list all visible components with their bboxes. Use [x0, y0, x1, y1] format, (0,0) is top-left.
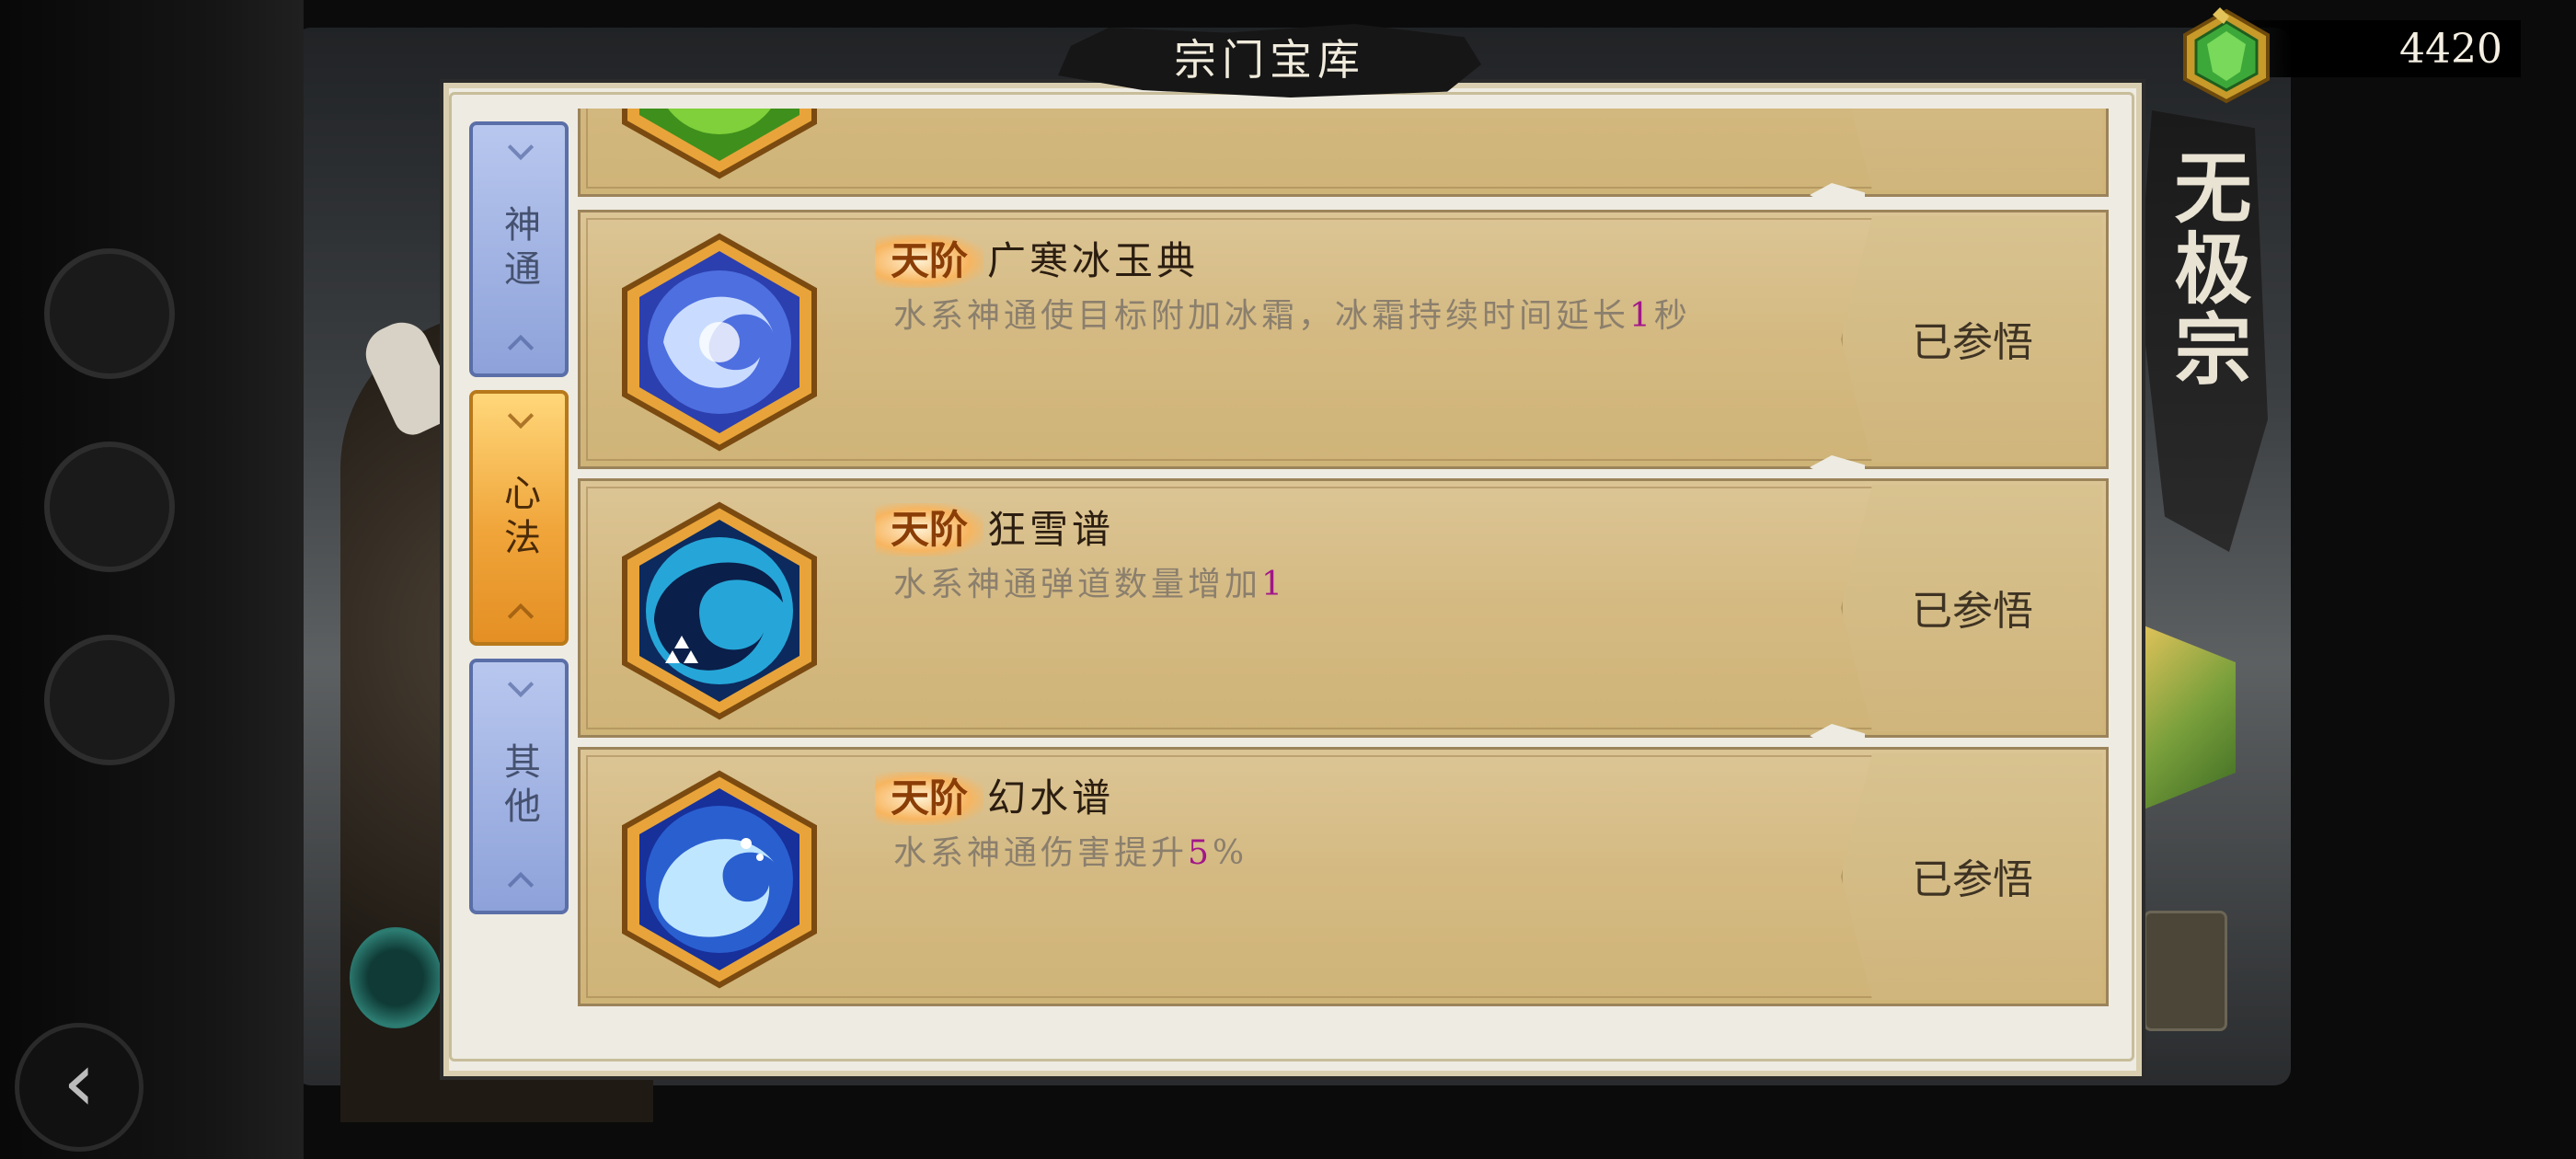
skill-name: 狂雪谱: [987, 507, 1115, 552]
skill-name: 幻水谱: [987, 775, 1115, 820]
tab-label: 其他: [498, 742, 540, 831]
tab-label: 神通: [498, 205, 540, 293]
tab-shentong[interactable]: 神通: [469, 121, 569, 377]
currency-value: 4420: [2399, 26, 2502, 73]
list-item[interactable]: 天阶 狂雪谱 水系神通弹道数量增加1 已参悟: [578, 478, 2109, 748]
status-label: 已参悟: [1912, 588, 2033, 635]
right-side-slot: [2144, 911, 2227, 1031]
chevron-down-icon: [507, 871, 535, 899]
status-label: 已参悟: [1912, 856, 2033, 903]
chevron-up-icon: [507, 671, 535, 698]
skill-description: 水系神通伤害提升5%: [893, 834, 1248, 872]
tab-label: 心法: [498, 474, 540, 562]
side-menu-icon-3[interactable]: [44, 635, 175, 765]
snow-vortex-icon: [622, 501, 817, 720]
page-title: 宗门宝库: [1174, 35, 1365, 85]
tab-qita[interactable]: 其他: [469, 659, 569, 914]
row-divider: [1810, 183, 1865, 207]
ice-swirl-icon: [622, 233, 817, 452]
chevron-down-icon: [507, 334, 535, 361]
wind-orb-icon: [622, 109, 817, 179]
tab-xinfa[interactable]: 心法: [469, 390, 569, 646]
chevron-up-icon: [507, 402, 535, 430]
side-menu-icon-1[interactable]: [44, 248, 175, 379]
status-label: 已参悟: [1912, 319, 2033, 366]
list-item[interactable]: 天阶 广寒冰玉典 水系神通使目标附加冰霜，冰霜持续时间延长1秒 已参悟: [578, 210, 2109, 479]
water-wave-icon: [622, 770, 817, 989]
left-sidebar-bg: [0, 0, 304, 1159]
tier-badge: 天阶: [875, 235, 983, 288]
green-gem-icon: [2183, 7, 2270, 104]
side-menu-icon-2[interactable]: [44, 442, 175, 572]
list-item[interactable]: 天阶 幻水谱 水系神通伤害提升5% 已参悟: [578, 747, 2109, 1006]
skill-description: 水系神通使目标附加冰霜，冰霜持续时间延长1秒: [893, 297, 1691, 335]
skill-name: 广寒冰玉典: [987, 238, 1200, 283]
chevron-up-icon: [507, 133, 535, 161]
tier-badge: 天阶: [875, 772, 983, 825]
chevron-down-icon: [507, 602, 535, 630]
row-divider: [1810, 724, 1865, 748]
tier-badge: 天阶: [875, 503, 983, 557]
skill-description: 水系神通弹道数量增加1: [893, 566, 1286, 603]
status-panel: [1841, 109, 2102, 190]
swirl-icon[interactable]: [350, 927, 442, 1028]
sect-name: 无极宗: [2162, 147, 2253, 390]
back-button[interactable]: ‹: [15, 1023, 144, 1152]
list-item[interactable]: [578, 109, 2109, 207]
row-divider: [1810, 455, 1865, 479]
skill-list[interactable]: 天阶 广寒冰玉典 水系神通使目标附加冰霜，冰霜持续时间延长1秒 已参悟 天阶 狂…: [578, 109, 2110, 1028]
